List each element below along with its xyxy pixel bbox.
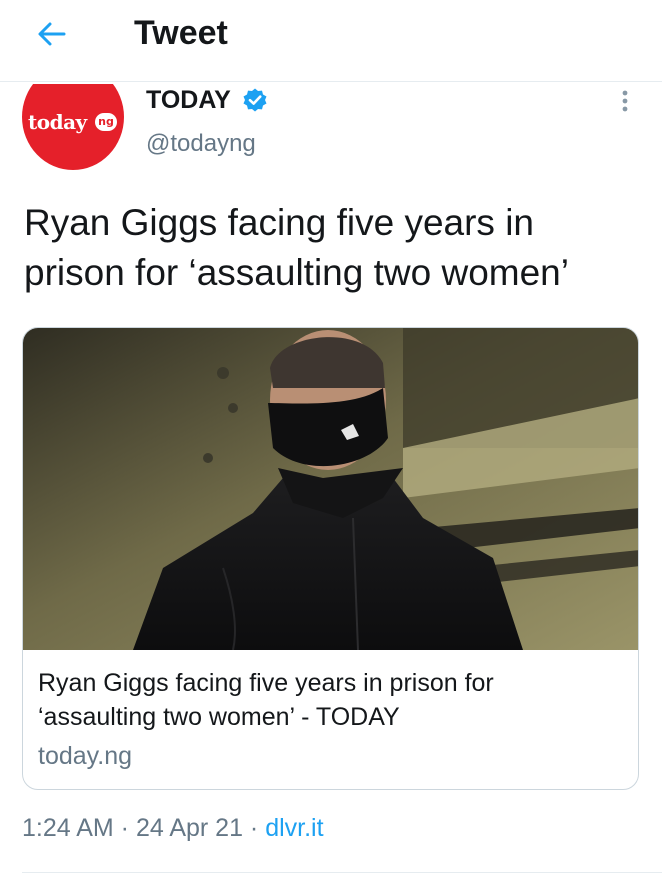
article-photo (23, 328, 638, 650)
more-vertical-icon[interactable] (614, 86, 636, 116)
tweet-meta: 1:24 AM · 24 Apr 21 · dlvr.it (22, 814, 324, 843)
page-title: Tweet (134, 14, 228, 52)
tweet-date: 24 Apr 21 (135, 814, 243, 842)
meta-separator: · (113, 814, 136, 842)
avatar-logo-badge: ng (95, 113, 117, 131)
meta-separator: · (242, 814, 266, 842)
tweet-source-link[interactable]: dlvr.it (265, 814, 323, 842)
tweet-text: Ryan Giggs facing five years in prison f… (24, 202, 569, 293)
link-preview-card[interactable]: Ryan Giggs facing five years in prison f… (22, 327, 639, 790)
arrow-left-icon[interactable] (34, 16, 70, 52)
avatar[interactable]: today ng (22, 84, 124, 170)
author-display-name[interactable]: TODAY (146, 86, 231, 115)
tweet-time: 1:24 AM (22, 814, 114, 842)
top-bar: Tweet (0, 0, 662, 82)
card-domain: today.ng (38, 742, 133, 770)
avatar-logo-text: today (28, 110, 87, 134)
divider (22, 872, 662, 873)
author-handle[interactable]: @todayng (146, 130, 256, 158)
verified-badge-icon (242, 87, 268, 113)
card-title: Ryan Giggs facing five years in prison f… (38, 669, 494, 731)
